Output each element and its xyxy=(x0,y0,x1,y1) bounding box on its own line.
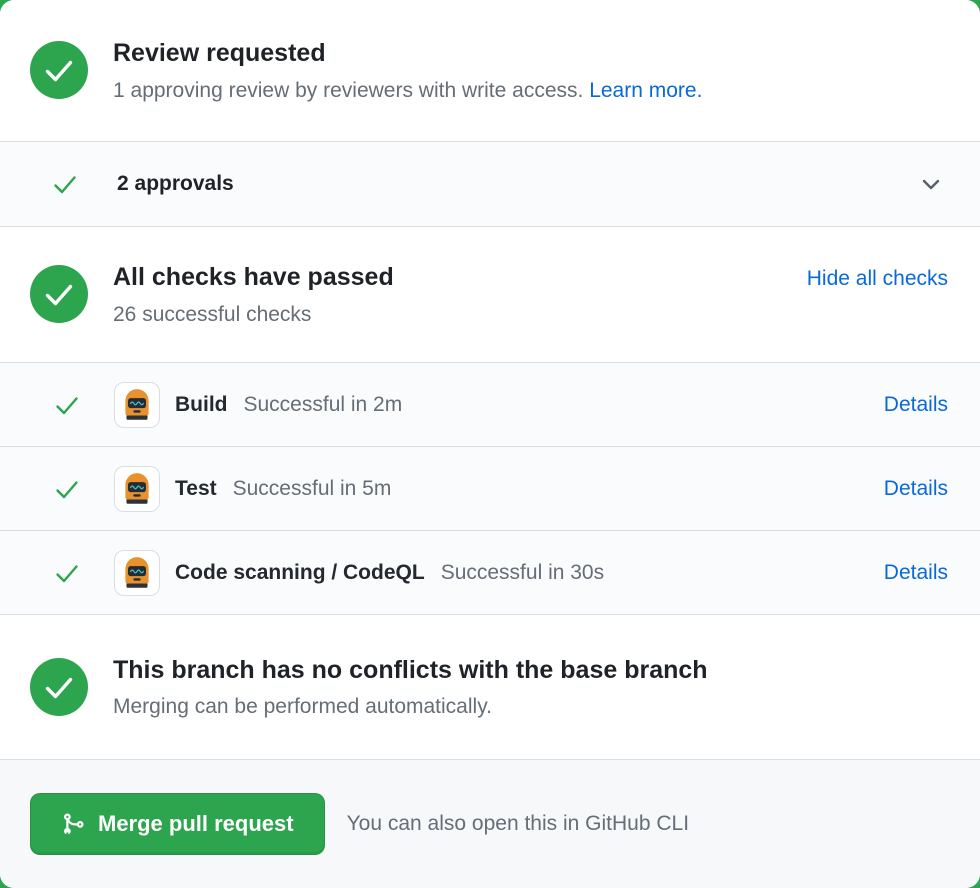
check-name: Build xyxy=(175,393,228,417)
check-row-test: Test Successful in 5m Details xyxy=(0,447,980,531)
merge-actions-footer: Merge pull request You can also open thi… xyxy=(0,759,980,888)
check-status: Successful in 2m xyxy=(244,393,403,417)
check-name: Code scanning / CodeQL xyxy=(175,561,425,585)
check-name: Test xyxy=(175,477,217,501)
review-status-title: Review requested xyxy=(113,37,702,70)
success-check-circle-icon xyxy=(30,658,88,716)
check-icon xyxy=(52,171,78,197)
merge-status-title: This branch has no conflicts with the ba… xyxy=(113,654,708,687)
details-link[interactable]: Details xyxy=(884,477,948,501)
success-check-circle-icon xyxy=(30,41,88,99)
checks-summary-title: All checks have passed xyxy=(113,261,394,294)
check-icon xyxy=(54,392,80,418)
merge-pull-request-button[interactable]: Merge pull request xyxy=(30,793,325,855)
review-status-section: Review requested 1 approving review by r… xyxy=(0,0,980,142)
github-actions-bot-avatar xyxy=(114,382,160,428)
hide-all-checks-link[interactable]: Hide all checks xyxy=(807,267,948,291)
merge-status-subtitle: Merging can be performed automatically. xyxy=(113,693,708,720)
details-link[interactable]: Details xyxy=(884,393,948,417)
success-check-circle-icon xyxy=(30,265,88,323)
details-link[interactable]: Details xyxy=(884,561,948,585)
merge-box-card: Review requested 1 approving review by r… xyxy=(0,0,980,888)
chevron-down-icon[interactable] xyxy=(918,171,944,197)
merge-status-section: This branch has no conflicts with the ba… xyxy=(0,615,980,759)
approvals-label: 2 approvals xyxy=(117,172,234,196)
github-actions-bot-avatar xyxy=(114,550,160,596)
learn-more-link[interactable]: Learn more. xyxy=(589,79,702,102)
review-status-subtitle-text: 1 approving review by reviewers with wri… xyxy=(113,79,583,102)
check-row-codeql: Code scanning / CodeQL Successful in 30s… xyxy=(0,531,980,615)
check-status: Successful in 5m xyxy=(233,477,392,501)
approvals-row[interactable]: 2 approvals xyxy=(0,142,980,227)
github-actions-bot-avatar xyxy=(114,466,160,512)
cli-hint-text: You can also open this in GitHub CLI xyxy=(347,812,689,836)
checks-summary-section: All checks have passed 26 successful che… xyxy=(0,227,980,363)
check-icon xyxy=(54,560,80,586)
review-status-subtitle: 1 approving review by reviewers with wri… xyxy=(113,77,702,104)
check-icon xyxy=(54,476,80,502)
git-merge-icon xyxy=(61,812,85,836)
merge-button-label: Merge pull request xyxy=(98,811,294,837)
check-status: Successful in 30s xyxy=(441,561,604,585)
check-row-build: Build Successful in 2m Details xyxy=(0,363,980,447)
checks-summary-subtitle: 26 successful checks xyxy=(113,301,394,328)
